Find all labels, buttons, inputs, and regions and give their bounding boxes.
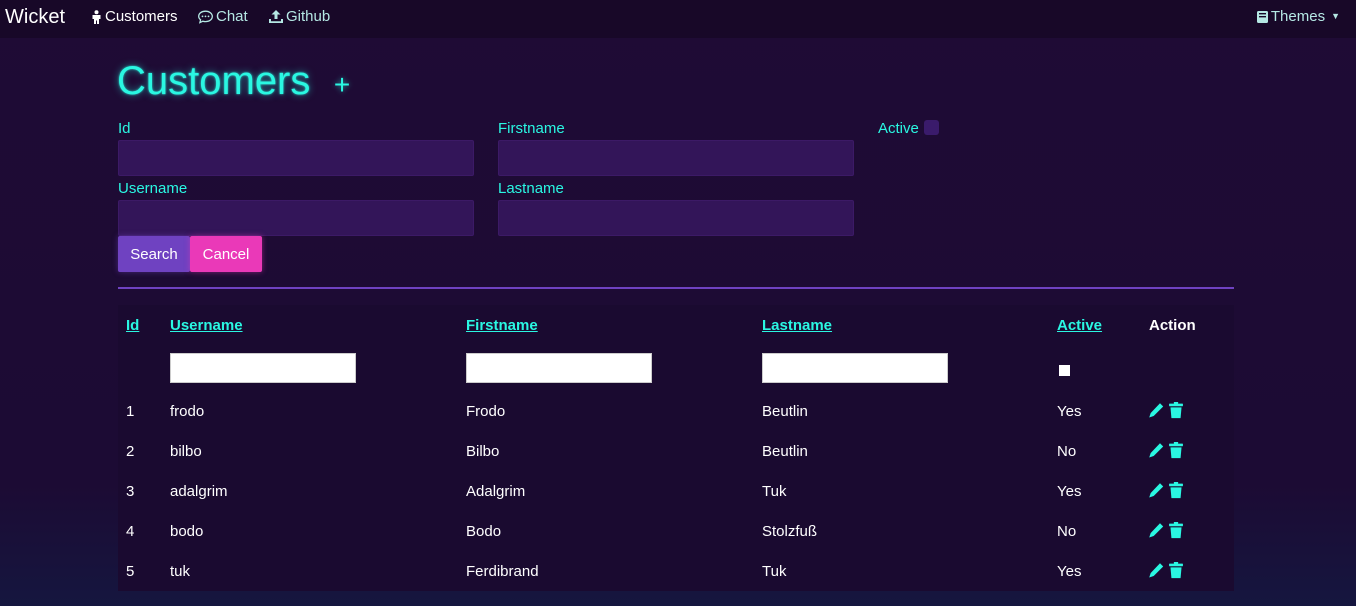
trash-icon xyxy=(1169,401,1183,418)
themes-dropdown[interactable]: Themes ▼ xyxy=(1256,7,1340,27)
column-header-lastname[interactable]: Lastname xyxy=(762,317,832,335)
cell-firstname: Frodo xyxy=(466,403,506,420)
cell-id: 3 xyxy=(126,483,135,500)
delete-button[interactable] xyxy=(1168,561,1184,579)
pencil-icon xyxy=(1149,482,1164,497)
cell-firstname: Bodo xyxy=(466,523,502,540)
edit-button[interactable] xyxy=(1148,521,1164,539)
cancel-button[interactable]: Cancel xyxy=(190,236,262,272)
edit-button[interactable] xyxy=(1148,561,1164,579)
cell-lastname: Stolzfuß xyxy=(762,523,818,540)
username-filter-input[interactable] xyxy=(170,353,356,383)
divider xyxy=(118,287,1234,289)
lastname-filter-input[interactable] xyxy=(762,353,948,383)
caret-down-icon: ▼ xyxy=(1331,11,1340,21)
column-header-id[interactable]: Id xyxy=(126,317,139,335)
cell-username: frodo xyxy=(170,403,205,420)
trash-icon xyxy=(1169,481,1183,498)
cell-active: Yes xyxy=(1057,483,1082,500)
column-header-action: Action xyxy=(1149,317,1196,334)
firstname-filter-input[interactable] xyxy=(466,353,652,383)
nav-link-label: Chat xyxy=(216,8,248,25)
cell-id: 5 xyxy=(126,563,135,580)
id-field[interactable] xyxy=(118,140,474,176)
cell-id: 1 xyxy=(126,403,135,420)
edit-button[interactable] xyxy=(1148,401,1164,419)
trash-icon xyxy=(1169,561,1183,578)
pencil-icon xyxy=(1149,522,1164,537)
chat-icon xyxy=(198,10,213,24)
cell-username: tuk xyxy=(170,563,191,580)
cell-active: Yes xyxy=(1057,403,1082,420)
upload-icon xyxy=(269,10,283,23)
cell-id: 4 xyxy=(126,523,135,540)
delete-button[interactable] xyxy=(1168,521,1184,539)
username-field[interactable] xyxy=(118,200,474,236)
brand-logo[interactable]: Wicket xyxy=(5,5,65,29)
cell-username: bilbo xyxy=(170,443,202,460)
active-checkbox[interactable] xyxy=(924,120,939,135)
pencil-icon xyxy=(1149,562,1164,577)
book-icon xyxy=(1256,11,1268,23)
nav-link-label: Github xyxy=(286,8,331,25)
nav-link-github[interactable]: Github xyxy=(268,7,330,27)
delete-button[interactable] xyxy=(1168,481,1184,499)
row-actions xyxy=(1148,441,1184,459)
delete-button[interactable] xyxy=(1168,441,1184,459)
edit-button[interactable] xyxy=(1148,481,1164,499)
navbar: Wicket Customers Chat Github Themes ▼ xyxy=(0,0,1356,38)
row-actions xyxy=(1148,521,1184,539)
cell-firstname: Adalgrim xyxy=(466,483,526,500)
firstname-label: Firstname xyxy=(498,120,565,137)
row-actions xyxy=(1148,401,1184,419)
add-customer-button[interactable]: + xyxy=(331,71,353,99)
column-header-firstname[interactable]: Firstname xyxy=(466,317,538,335)
row-actions xyxy=(1148,561,1184,579)
person-icon xyxy=(92,10,101,24)
customers-table: Id Username Firstname Lastname Active Ac… xyxy=(118,305,1234,591)
cell-firstname: Ferdibrand xyxy=(466,563,539,580)
cell-lastname: Beutlin xyxy=(762,403,808,420)
active-label: Active xyxy=(878,120,919,137)
row-actions xyxy=(1148,481,1184,499)
cell-active: No xyxy=(1057,443,1077,460)
cell-id: 2 xyxy=(126,443,135,460)
cell-firstname: Bilbo xyxy=(466,443,500,460)
column-header-username[interactable]: Username xyxy=(170,317,243,335)
cell-active: No xyxy=(1057,523,1077,540)
pencil-icon xyxy=(1149,442,1164,457)
cell-lastname: Tuk xyxy=(762,483,787,500)
trash-icon xyxy=(1169,441,1183,458)
edit-button[interactable] xyxy=(1148,441,1164,459)
username-label: Username xyxy=(118,180,188,197)
lastname-label: Lastname xyxy=(498,180,564,197)
themes-label: Themes xyxy=(1270,8,1326,25)
column-header-active[interactable]: Active xyxy=(1057,317,1102,335)
delete-button[interactable] xyxy=(1168,401,1184,419)
cell-username: bodo xyxy=(170,523,204,540)
id-label: Id xyxy=(118,120,131,137)
cell-username: adalgrim xyxy=(170,483,228,500)
search-button[interactable]: Search xyxy=(118,236,190,272)
trash-icon xyxy=(1169,521,1183,538)
nav-link-chat[interactable]: Chat xyxy=(197,7,248,27)
active-filter-checkbox[interactable] xyxy=(1059,365,1070,376)
nav-link-label: Customers xyxy=(105,8,178,25)
page-title: Customers xyxy=(117,59,311,103)
lastname-field[interactable] xyxy=(498,200,854,236)
cell-lastname: Beutlin xyxy=(762,443,808,460)
pencil-icon xyxy=(1149,402,1164,417)
cell-active: Yes xyxy=(1057,563,1082,580)
nav-link-customers[interactable]: Customers xyxy=(90,7,178,27)
cell-lastname: Tuk xyxy=(762,563,787,580)
firstname-field[interactable] xyxy=(498,140,854,176)
